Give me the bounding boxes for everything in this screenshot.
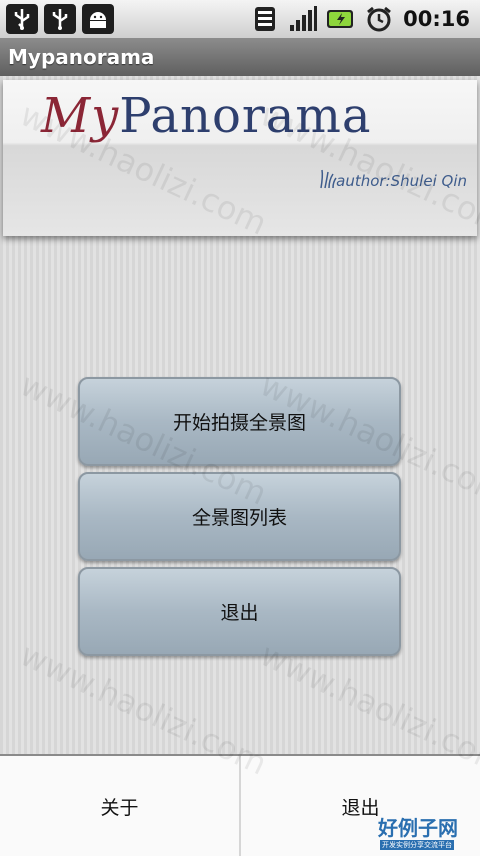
menu-item-about[interactable]: 关于 [0,756,239,856]
author-label: author:Shulei Qin [336,172,467,190]
battery-charging-icon [325,4,357,34]
status-clock: 00:16 [403,7,470,31]
wifi-icon [249,4,281,34]
app-title-bar: Mypanorama [0,38,480,76]
app-banner: MyPanorama author:Shulei Qin [3,80,477,236]
alarm-clock-icon [363,4,395,34]
app-logo: MyPanorama [41,88,372,144]
android-debug-icon [82,4,114,34]
system-icons: 00:16 [243,4,480,34]
signal-icon [287,4,319,34]
exit-button[interactable]: 退出 [78,567,401,656]
panorama-list-button[interactable]: 全景图列表 [78,472,401,561]
start-panorama-button[interactable]: 开始拍摄全景图 [78,377,401,466]
watermark-brand: 好例子网 [378,816,458,840]
logo-panorama-text: Panorama [119,88,372,144]
usb-icon [6,4,38,34]
usb-icon [44,4,76,34]
main-content: MyPanorama author:Shulei Qin 开始拍摄全景图 全景图… [0,76,480,754]
notification-icons [0,4,114,34]
grass-icon [320,169,337,189]
logo-my-text: My [41,88,120,144]
watermark-brand-sub: 开发实例分享交流平台 [380,840,454,850]
status-bar: 00:16 [0,0,480,39]
app-title: Mypanorama [8,45,155,69]
